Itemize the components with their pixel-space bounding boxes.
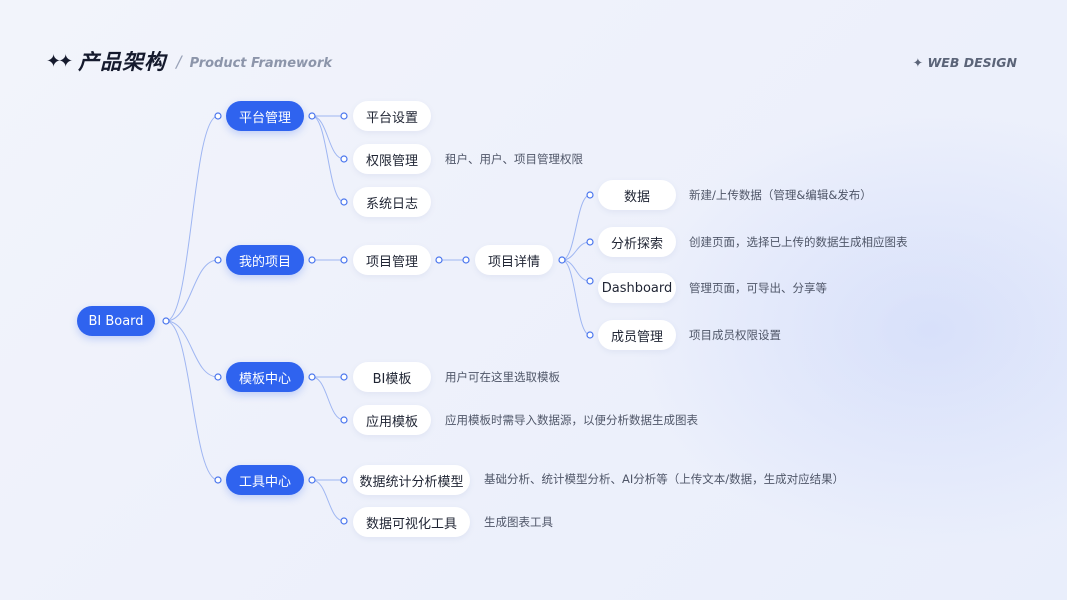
node-system-logs: 系统日志 (353, 187, 431, 217)
sparkle-icon: ✦✦ (46, 50, 73, 72)
node-viz-tool: 数据可视化工具 (353, 507, 470, 537)
junction-dot (558, 256, 566, 264)
junction-dot (435, 256, 443, 264)
desc-permission-manage: 租户、用户、项目管理权限 (445, 152, 583, 166)
junction-dot (340, 517, 348, 525)
junction-dot (214, 373, 222, 381)
node-member-manage: 成员管理 (598, 320, 676, 350)
junction-dot (214, 476, 222, 484)
connector-tools-viz (311, 479, 345, 522)
junction-dot (340, 155, 348, 163)
node-bi-template: BI模板 (353, 362, 431, 392)
header: ✦✦ 产品架构 / Product Framework (46, 44, 332, 78)
junction-dot (340, 112, 348, 120)
desc-dashboard: 管理页面，可导出、分享等 (689, 281, 827, 295)
node-app-template: 应用模板 (353, 405, 431, 435)
junction-dot (586, 331, 594, 339)
connector-platform-logs (311, 115, 345, 203)
node-permission-manage: 权限管理 (353, 144, 431, 174)
page-subtitle: Product Framework (189, 55, 333, 71)
root-node: BI Board (77, 306, 155, 336)
node-dashboard: Dashboard (598, 273, 676, 303)
connector-root-projects (165, 259, 219, 322)
junction-dot (340, 256, 348, 264)
junction-dot (308, 373, 316, 381)
level1-node-tools: 工具中心 (226, 465, 304, 495)
node-platform-settings: 平台设置 (353, 101, 431, 131)
desc-stat-model: 基础分析、统计模型分析、AI分析等（上传文本/数据，生成对应结果） (484, 472, 845, 486)
node-analysis-explore: 分析探索 (598, 227, 676, 257)
brand-label: ✦ WEB DESIGN (912, 55, 1017, 70)
desc-bi-template: 用户可在这里选取模板 (445, 370, 560, 384)
connector-platform-permissions (311, 115, 345, 160)
connector-templates-app (311, 376, 345, 421)
level1-node-projects: 我的项目 (226, 245, 304, 275)
title-divider: / (176, 51, 182, 71)
node-stat-model: 数据统计分析模型 (353, 465, 470, 495)
desc-app-template: 应用模板时需导入数据源，以便分析数据生成图表 (445, 413, 698, 427)
page-title: 产品架构 (78, 50, 167, 74)
junction-dot (308, 256, 316, 264)
junction-dot (214, 112, 222, 120)
level1-node-platform: 平台管理 (226, 101, 304, 131)
junction-dot (340, 198, 348, 206)
junction-dot (586, 191, 594, 199)
junction-dot (308, 476, 316, 484)
junction-dot (586, 238, 594, 246)
node-project-detail: 项目详情 (475, 245, 553, 275)
connector-root-tools (165, 320, 219, 481)
junction-dot (462, 256, 470, 264)
junction-dot (340, 416, 348, 424)
desc-data: 新建/上传数据（管理&编辑&发布） (689, 188, 872, 202)
junction-dot (162, 317, 170, 325)
node-project-manage: 项目管理 (353, 245, 431, 275)
level1-node-templates: 模板中心 (226, 362, 304, 392)
junction-dot (340, 373, 348, 381)
junction-dot (214, 256, 222, 264)
connector-root-templates (165, 320, 219, 378)
junction-dot (308, 112, 316, 120)
connector-layer (162, 112, 594, 525)
junction-dot (340, 476, 348, 484)
desc-viz-tool: 生成图表工具 (484, 515, 553, 529)
desc-member-manage: 项目成员权限设置 (689, 328, 781, 342)
junction-dot (586, 277, 594, 285)
node-data: 数据 (598, 180, 676, 210)
desc-analysis-explore: 创建页面，选择已上传的数据生成相应图表 (689, 235, 908, 249)
